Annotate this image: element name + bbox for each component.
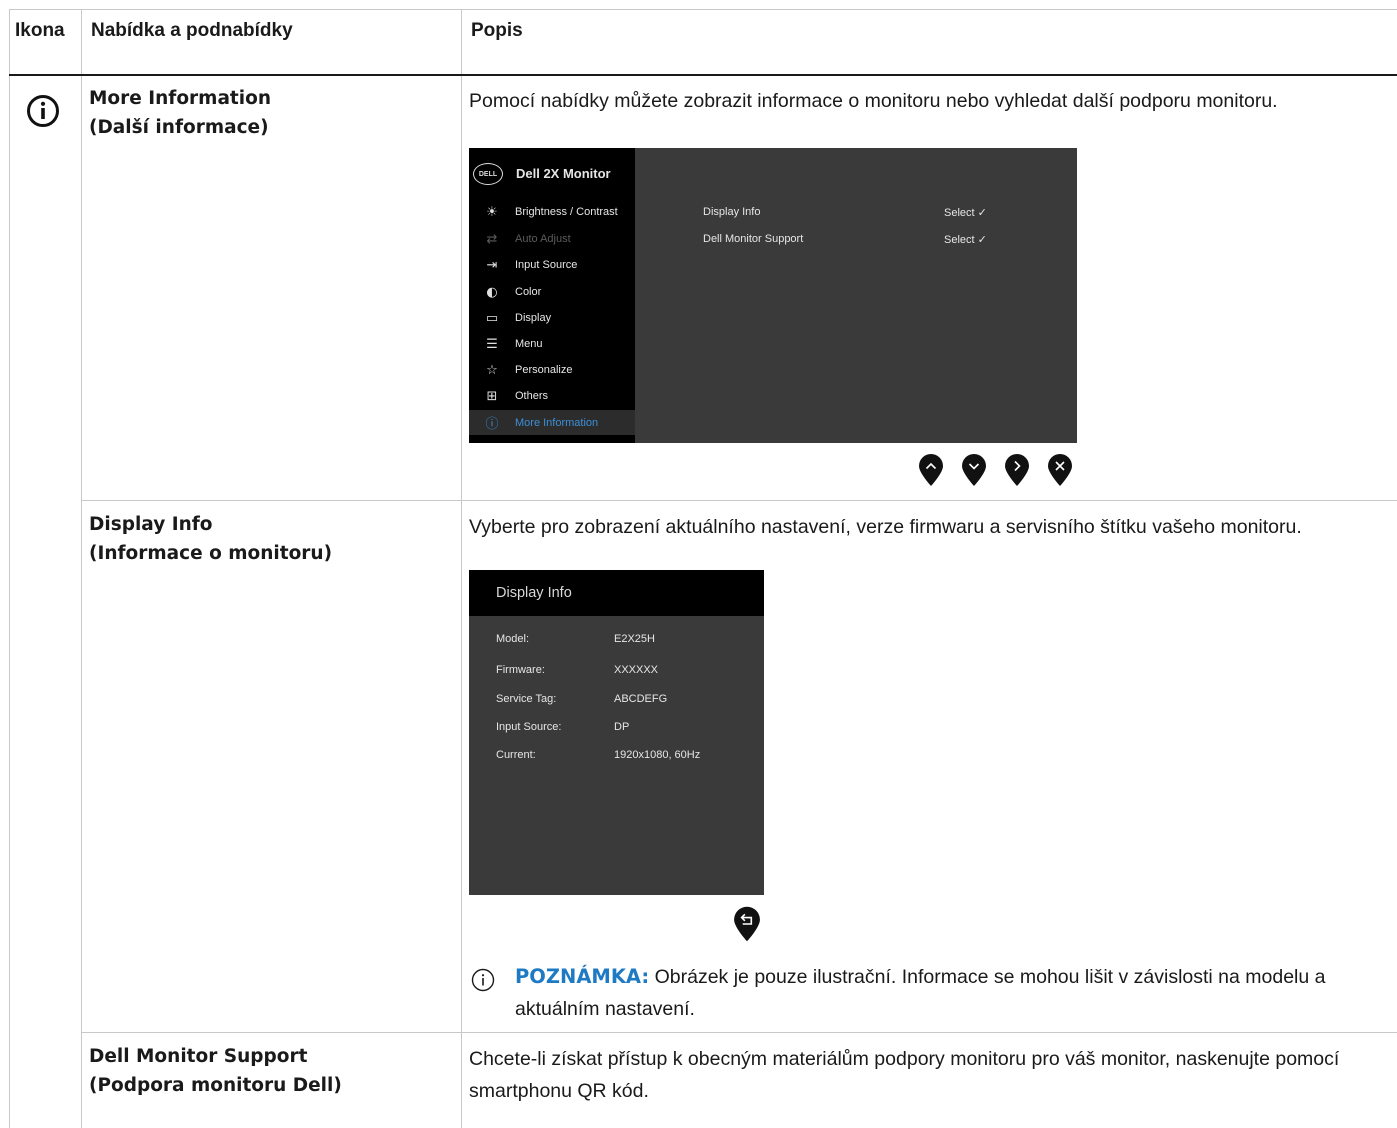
osd-item-label: Menu <box>515 338 543 350</box>
info-value-model: E2X25H <box>614 633 655 645</box>
note-info-icon <box>471 968 495 992</box>
dell-monitor-support-title: Dell Monitor Support (Podpora monitoru D… <box>89 1042 342 1100</box>
info-icon: ⓘ <box>485 417 499 432</box>
right-button[interactable] <box>1004 453 1030 487</box>
info-key-current: Current: <box>496 749 536 761</box>
osd-item-label: Brightness / Contrast <box>515 206 618 218</box>
osd-item-color[interactable]: ◐ Color <box>469 279 635 305</box>
info-value-firmware: XXXXXX <box>614 664 659 676</box>
osd-main-menu: DELL Dell 2X Monitor ☀ Brightness / Cont… <box>469 148 1077 443</box>
osd-submenu-display-info-value[interactable]: Select ✓ <box>944 206 987 219</box>
osd-submenu-dell-monitor-support-value[interactable]: Select ✓ <box>944 233 987 246</box>
menu-icon: ☰ <box>486 336 498 352</box>
dell-monitor-support-title-en: Dell Monitor Support <box>89 1046 308 1067</box>
row-divider-1 <box>81 500 1397 501</box>
display-info-panel: Display Info Model: E2X25H Firmware: XXX… <box>469 570 764 895</box>
info-key-service-tag: Service Tag: <box>496 693 557 705</box>
osd-item-auto-adjust: ⇄ Auto Adjust <box>469 226 635 252</box>
info-value-current: 1920x1080, 60Hz <box>614 749 701 761</box>
row-divider-2 <box>81 1032 1397 1033</box>
auto-adjust-icon: ⇄ <box>486 231 498 247</box>
osd-submenu-dell-monitor-support[interactable]: Dell Monitor Support <box>703 233 803 245</box>
up-button[interactable] <box>918 453 944 487</box>
header-description-column: Popis <box>471 20 523 41</box>
osd-item-label: Personalize <box>515 364 573 376</box>
column-divider-1 <box>81 9 82 75</box>
info-key-model: Model: <box>496 633 530 645</box>
info-value-service-tag: ABCDEFG <box>614 693 668 705</box>
osd-item-label: Input Source <box>515 259 578 271</box>
info-value-input-source: DP <box>614 721 630 733</box>
more-information-title: More Information (Další informace) <box>89 84 271 142</box>
star-icon: ☆ <box>486 362 498 378</box>
display-info-panel-header: Display Info <box>469 570 764 616</box>
osd-title: Dell 2X Monitor <box>516 166 611 181</box>
osd-item-menu[interactable]: ☰ Menu <box>469 331 635 357</box>
color-icon: ◐ <box>486 284 498 300</box>
brightness-icon: ☀ <box>486 204 498 220</box>
osd-item-label: More Information <box>515 416 599 429</box>
osd-sidebar: DELL Dell 2X Monitor ☀ Brightness / Cont… <box>469 148 635 443</box>
dell-monitor-support-title-cs: (Podpora monitoru Dell) <box>89 1075 342 1096</box>
more-information-title-cs: (Další informace) <box>89 117 269 138</box>
header-icon-column: Ikona <box>15 20 65 41</box>
osd-item-input-source[interactable]: ⇥ Input Source <box>469 252 635 278</box>
display-info-title-cs: (Informace o monitoru) <box>89 543 333 564</box>
header-menu-column: Nabídka a podnabídky <box>91 20 293 41</box>
header-rule <box>9 74 1397 76</box>
info-key-firmware: Firmware: <box>496 664 545 676</box>
osd-item-label: Auto Adjust <box>515 233 571 245</box>
info-circle-icon <box>27 95 59 127</box>
osd-item-brightness-contrast[interactable]: ☀ Brightness / Contrast <box>469 199 635 225</box>
display-info-panel-title: Display Info <box>496 585 572 601</box>
osd-item-others[interactable]: ⊞ Others <box>469 383 635 409</box>
note-label: POZNÁMKA: <box>515 965 650 988</box>
note-text: POZNÁMKA: Obrázek je pouze ilustrační. I… <box>515 961 1375 1025</box>
display-info-title-en: Display Info <box>89 514 213 535</box>
osd-item-more-information[interactable]: ⓘ More Information <box>469 410 635 435</box>
display-info-description: Vyberte pro zobrazení aktuálního nastave… <box>469 516 1302 538</box>
dell-monitor-support-description: Chcete-li získat přístup k obecným mater… <box>469 1048 1340 1102</box>
osd-item-label: Others <box>515 390 549 402</box>
table-left-border <box>9 9 10 1128</box>
dell-logo: DELL <box>473 163 503 185</box>
osd-item-label: Display <box>515 312 552 324</box>
down-button[interactable] <box>961 453 987 487</box>
others-icon: ⊞ <box>486 388 498 404</box>
osd-submenu-display-info[interactable]: Display Info <box>703 206 760 218</box>
input-source-icon: ⇥ <box>486 257 498 273</box>
close-button[interactable] <box>1047 453 1073 487</box>
osd-item-label: Color <box>515 286 542 298</box>
column-divider-1b <box>81 76 82 1128</box>
osd-item-personalize[interactable]: ☆ Personalize <box>469 357 635 383</box>
display-icon: ▭ <box>485 310 499 326</box>
more-information-title-en: More Information <box>89 88 271 109</box>
info-key-input-source: Input Source: <box>496 721 562 733</box>
column-divider-2 <box>461 9 462 1128</box>
osd-item-display[interactable]: ▭ Display <box>469 305 635 331</box>
table-top-border <box>9 9 1397 10</box>
display-info-title: Display Info (Informace o monitoru) <box>89 510 332 568</box>
more-information-description: Pomocí nabídky můžete zobrazit informace… <box>469 90 1278 112</box>
back-button[interactable] <box>733 905 761 943</box>
